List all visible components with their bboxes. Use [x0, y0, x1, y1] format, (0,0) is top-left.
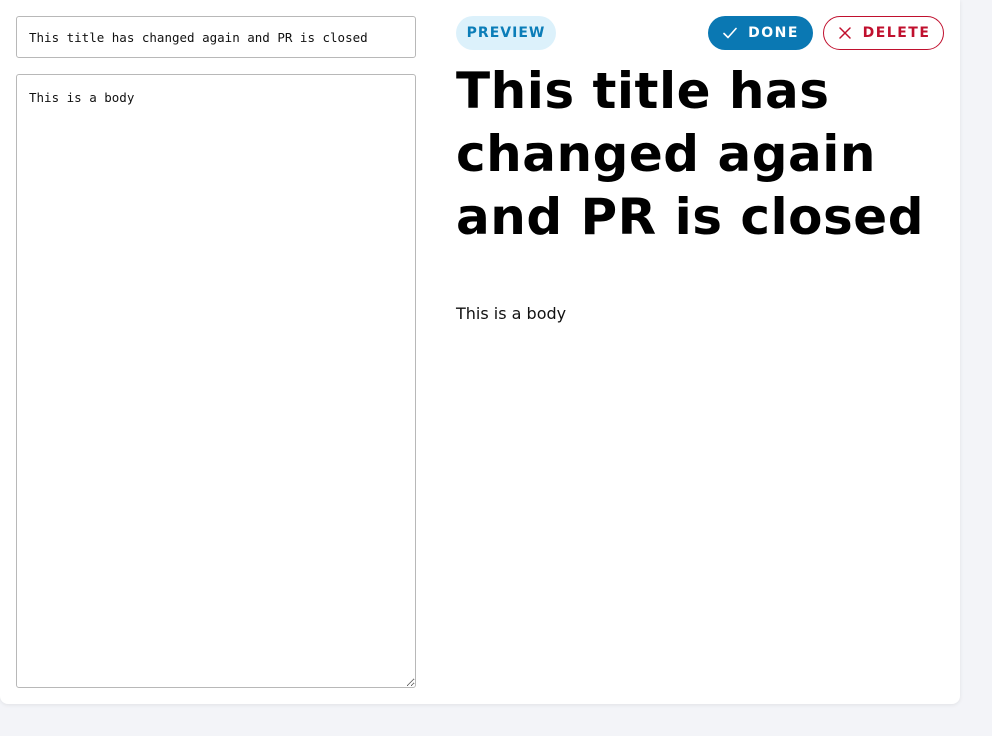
check-icon — [722, 25, 738, 41]
preview-body: This is a body — [456, 304, 567, 323]
delete-button-label: DELETE — [862, 25, 931, 41]
close-icon — [837, 25, 853, 41]
done-button-label: DONE — [748, 25, 799, 41]
editor-card: This is a body PREVIEW DONE DELETE This … — [0, 0, 960, 704]
preview-button-label: PREVIEW — [466, 25, 546, 41]
body-textarea[interactable]: This is a body — [16, 74, 416, 688]
preview-title: This title has changed again and PR is c… — [456, 62, 924, 246]
title-input[interactable] — [16, 16, 416, 58]
delete-button[interactable]: DELETE — [823, 16, 944, 50]
preview-button[interactable]: PREVIEW — [456, 16, 556, 50]
done-button[interactable]: DONE — [708, 16, 813, 50]
